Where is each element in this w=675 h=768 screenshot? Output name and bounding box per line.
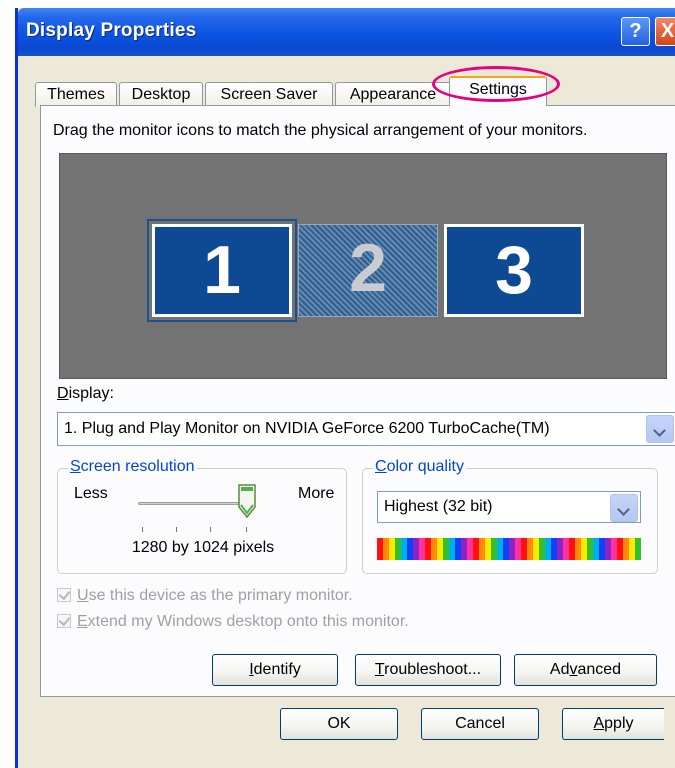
monitor-2-icon[interactable]: 2 bbox=[298, 224, 438, 317]
title-bar[interactable]: Display Properties ? X bbox=[18, 8, 675, 56]
monitor-3-icon[interactable]: 3 bbox=[444, 224, 584, 317]
monitor-1-icon[interactable]: 1 bbox=[147, 219, 297, 322]
settings-panel: Drag the monitor icons to match the phys… bbox=[40, 105, 675, 697]
tab-screen-saver[interactable]: Screen Saver bbox=[205, 82, 333, 107]
apply-button[interactable]: Apply bbox=[562, 708, 664, 740]
resolution-more-label: More bbox=[298, 485, 335, 502]
resolution-slider-thumb[interactable] bbox=[237, 483, 257, 519]
chevron-down-icon[interactable] bbox=[610, 494, 638, 522]
settings-tab-highlight-ring bbox=[432, 66, 560, 102]
chevron-down-icon[interactable] bbox=[646, 415, 674, 443]
color-quality-group: Color quality Highest (32 bit) bbox=[362, 458, 658, 574]
instruction-text: Drag the monitor icons to match the phys… bbox=[53, 122, 588, 139]
checkmark-icon[interactable] bbox=[57, 614, 71, 628]
checkmark-icon[interactable] bbox=[57, 588, 71, 602]
resolution-value: 1280 by 1024 pixels bbox=[131, 539, 275, 556]
screen-resolution-group: Screen resolution Less More 1280 by 1024… bbox=[57, 458, 347, 574]
resolution-slider-ticks bbox=[142, 527, 252, 533]
identify-button[interactable]: Identify bbox=[212, 654, 338, 686]
ok-button[interactable]: OK bbox=[280, 708, 398, 740]
window-title: Display Properties bbox=[26, 20, 197, 41]
tab-themes[interactable]: Themes bbox=[35, 82, 117, 107]
help-button[interactable]: ? bbox=[621, 17, 650, 46]
cancel-button[interactable]: Cancel bbox=[421, 708, 539, 740]
resolution-less-label: Less bbox=[74, 485, 108, 502]
display-label: Display: bbox=[57, 385, 114, 402]
tab-strip: Themes Desktop Screen Saver Appearance S… bbox=[18, 56, 675, 107]
monitor-arrangement-area: 1 2 3 bbox=[59, 153, 667, 379]
display-dropdown[interactable]: 1. Plug and Play Monitor on NVIDIA GeFor… bbox=[57, 412, 675, 446]
display-properties-window: Display Properties ? X Themes Desktop Sc… bbox=[15, 8, 675, 768]
resolution-slider-track[interactable] bbox=[138, 502, 248, 505]
extend-desktop-checkbox[interactable]: Extend my Windows desktop onto this moni… bbox=[57, 613, 409, 631]
troubleshoot-button[interactable]: Troubleshoot... bbox=[355, 654, 501, 686]
close-button[interactable]: X bbox=[655, 17, 675, 46]
color-quality-dropdown[interactable]: Highest (32 bit) bbox=[377, 491, 641, 523]
color-spectrum-preview bbox=[377, 538, 641, 560]
color-quality-value: Highest (32 bit) bbox=[384, 498, 493, 515]
tab-desktop[interactable]: Desktop bbox=[119, 82, 203, 107]
screen-resolution-legend: Screen resolution bbox=[68, 458, 197, 476]
display-dropdown-value: 1. Plug and Play Monitor on NVIDIA GeFor… bbox=[64, 420, 550, 437]
color-quality-legend: Color quality bbox=[373, 458, 466, 476]
advanced-button[interactable]: Advanced bbox=[514, 654, 657, 686]
primary-monitor-checkbox[interactable]: Use this device as the primary monitor. bbox=[57, 587, 353, 605]
